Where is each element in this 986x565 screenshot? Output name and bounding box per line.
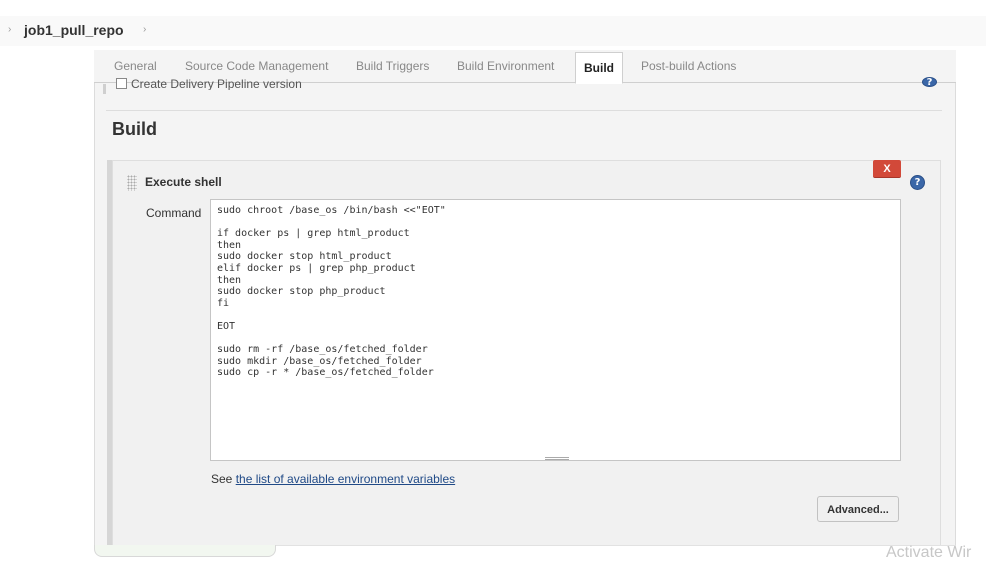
tab-general[interactable]: General: [114, 59, 157, 73]
env-variables-link[interactable]: the list of available environment variab…: [236, 472, 455, 486]
delivery-pipeline-option[interactable]: Create Delivery Pipeline version: [116, 78, 302, 90]
drag-handle-icon[interactable]: [127, 175, 137, 191]
breadcrumb-bar: › job1_pull_repo ›: [0, 16, 986, 46]
breadcrumb-job-link[interactable]: job1_pull_repo: [24, 22, 124, 38]
section-rule: [103, 84, 106, 94]
delivery-pipeline-checkbox[interactable]: [116, 78, 127, 89]
env-variables-note: See the list of available environment va…: [211, 472, 455, 486]
command-label: Command: [146, 206, 202, 220]
tab-post-build-actions[interactable]: Post-build Actions: [641, 59, 736, 73]
textarea-resize-handle[interactable]: [545, 457, 569, 460]
step-help-icon[interactable]: ?: [910, 175, 925, 190]
breadcrumb-chevron-icon[interactable]: ›: [8, 24, 11, 35]
breadcrumb-menu-chevron-icon[interactable]: ›: [143, 24, 146, 35]
env-note-prefix: See: [211, 472, 236, 486]
advanced-button[interactable]: Advanced...: [817, 496, 899, 522]
command-textarea[interactable]: sudo chroot /base_os /bin/bash <<"EOT" i…: [210, 199, 901, 461]
help-icon[interactable]: ?: [922, 77, 937, 87]
delete-step-button[interactable]: X: [873, 160, 901, 178]
section-divider: [106, 110, 942, 111]
tab-build[interactable]: Build: [575, 52, 623, 84]
tab-source-code-management[interactable]: Source Code Management: [185, 59, 328, 73]
build-step-title: Execute shell: [145, 175, 222, 189]
delivery-pipeline-label: Create Delivery Pipeline version: [131, 78, 302, 90]
tab-build-environment[interactable]: Build Environment: [457, 59, 554, 73]
build-section-title: Build: [112, 119, 157, 139]
command-text[interactable]: sudo chroot /base_os /bin/bash <<"EOT" i…: [217, 205, 446, 379]
tab-build-triggers[interactable]: Build Triggers: [356, 59, 429, 73]
bottom-save-bar: [94, 545, 276, 557]
activation-watermark: Activate Wir: [886, 544, 972, 561]
